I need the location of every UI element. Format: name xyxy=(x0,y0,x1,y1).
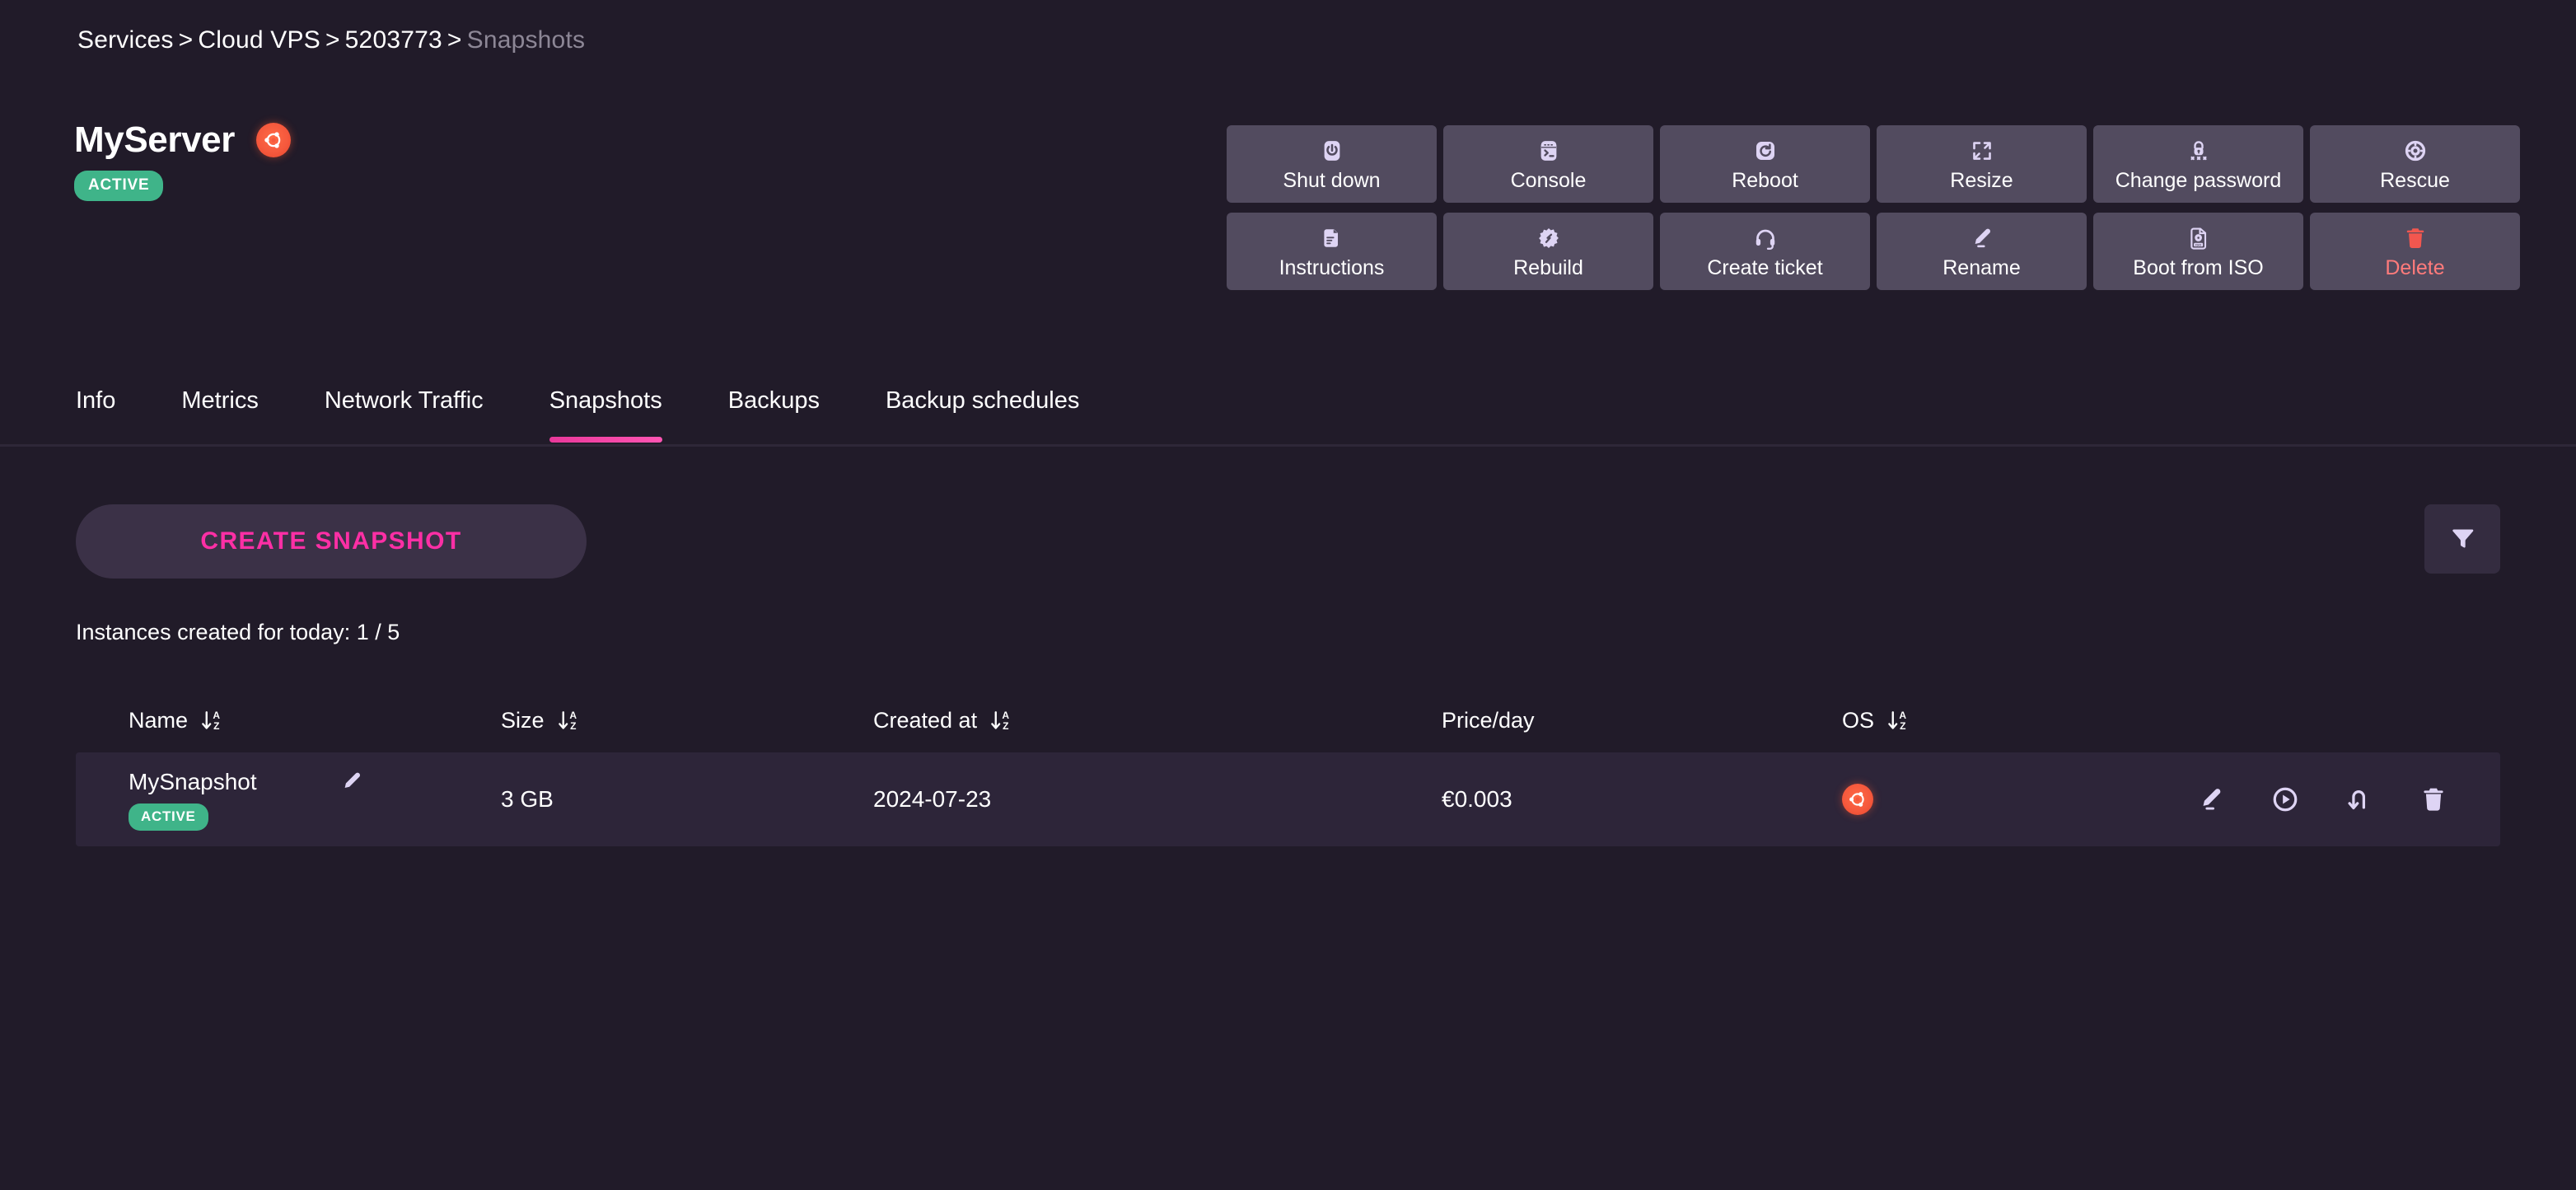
breadcrumb-item-services[interactable]: Services xyxy=(77,26,174,54)
breadcrumb-separator: > xyxy=(446,26,462,54)
instructions-button[interactable]: Instructions xyxy=(1227,213,1437,290)
svg-text:Z: Z xyxy=(570,720,576,732)
action-button-label: Delete xyxy=(2385,256,2445,279)
resize-button[interactable]: Resize xyxy=(1877,125,2087,203)
trash-icon xyxy=(2403,224,2428,252)
snapshot-status-badge: ACTIVE xyxy=(129,803,208,831)
sort-az-icon[interactable]: AZ xyxy=(556,708,581,733)
action-button-label: Change password xyxy=(2115,169,2282,192)
lock-password-icon xyxy=(2186,137,2211,165)
sort-az-icon[interactable]: AZ xyxy=(989,708,1013,733)
console-button[interactable]: Console xyxy=(1443,125,1653,203)
sort-az-icon[interactable]: AZ xyxy=(199,708,224,733)
ubuntu-icon xyxy=(255,123,291,157)
lifebuoy-icon xyxy=(2403,137,2428,165)
snapshot-os-cell xyxy=(1842,784,2196,815)
instances-created-note: Instances created for today: 1 / 5 xyxy=(76,620,400,644)
svg-text:Z: Z xyxy=(1900,720,1905,732)
action-button-label: Boot from ISO xyxy=(2133,256,2264,279)
status-badge: ACTIVE xyxy=(74,171,164,201)
action-button-label: Resize xyxy=(1950,169,2013,192)
server-header: MyServer ACTIVE xyxy=(74,119,291,201)
delete-snapshot-icon[interactable] xyxy=(2419,785,2447,813)
action-button-label: Rescue xyxy=(2380,169,2450,192)
headset-icon xyxy=(1753,224,1778,252)
tab-backups[interactable]: Backups xyxy=(728,381,820,443)
column-header-label: OS xyxy=(1842,707,1875,733)
filter-icon xyxy=(2448,524,2476,555)
svg-text:ISO: ISO xyxy=(2195,242,2201,246)
shut-down-button[interactable]: Shut down xyxy=(1227,125,1437,203)
boot-from-iso-button[interactable]: ISO Boot from ISO xyxy=(2093,213,2303,290)
change-password-button[interactable]: Change password xyxy=(2093,125,2303,203)
tab-snapshots[interactable]: Snapshots xyxy=(549,381,662,443)
breadcrumb-item-snapshots: Snapshots xyxy=(466,26,586,54)
pencil-icon xyxy=(1970,224,1994,252)
create-ticket-button[interactable]: Create ticket xyxy=(1660,213,1870,290)
svg-text:Z: Z xyxy=(1003,720,1008,732)
power-icon xyxy=(1320,137,1344,165)
snapshots-page: Services > Cloud VPS >5203773 > Snapshots MyS… xyxy=(0,0,2576,1190)
column-header-created-at[interactable]: Created at A Z xyxy=(873,708,1442,733)
page-title: MyServer xyxy=(74,119,235,160)
tab-bar: Info Metrics Network Traffic Snapshots Backu… xyxy=(0,381,2576,447)
action-button-label: Create ticket xyxy=(1707,256,1823,279)
filter-button[interactable] xyxy=(2424,504,2500,574)
server-title-row: MyServer xyxy=(74,119,291,161)
column-header-label: Size xyxy=(501,707,545,733)
rename-button[interactable]: Rename xyxy=(1877,213,2087,290)
snapshot-size: 3 GB xyxy=(501,786,554,812)
restore-snapshot-icon[interactable] xyxy=(2345,785,2373,813)
action-button-label: Instructions xyxy=(1279,256,1385,279)
breadcrumb-item-5203773[interactable]: 5203773 xyxy=(345,26,442,54)
terminal-icon xyxy=(1536,137,1561,165)
svg-text:Z: Z xyxy=(213,720,219,732)
rebuild-icon xyxy=(1536,224,1561,252)
snapshot-name: MySnapshot xyxy=(129,768,257,794)
tab-backup-schedules[interactable]: Backup schedules xyxy=(886,381,1079,443)
rebuild-button[interactable]: Rebuild xyxy=(1443,213,1653,290)
column-header-label: Name xyxy=(129,707,189,733)
column-header-label: Created at xyxy=(873,707,978,733)
breadcrumb: Services > Cloud VPS >5203773 > Snapshots xyxy=(77,26,585,54)
column-header-label: Price/day xyxy=(1442,707,1535,733)
snapshot-created-at: 2024-07-23 xyxy=(873,786,992,812)
sort-az-icon[interactable]: AZ xyxy=(1886,708,1910,733)
breadcrumb-item-cloud-vps[interactable]: Cloud VPS xyxy=(198,26,320,54)
rescue-button[interactable]: Rescue xyxy=(2310,125,2520,203)
tab-info[interactable]: Info xyxy=(76,381,115,443)
action-button-label: Rename xyxy=(1943,256,2021,279)
iso-disc-icon: ISO xyxy=(2186,224,2211,252)
create-snapshot-button[interactable]: CREATE SNAPSHOT xyxy=(76,504,587,579)
row-action-group xyxy=(2196,785,2447,813)
restart-icon xyxy=(1753,137,1778,165)
snapshots-table: Name A Z Size A Z Created at A Z Price/day OS A Z My… xyxy=(76,696,2500,846)
snapshot-name-cell: MySnapshot ACTIVE xyxy=(129,754,501,846)
delete-button[interactable]: Delete xyxy=(2310,213,2520,290)
column-header-name[interactable]: Name A Z xyxy=(129,708,501,733)
tab-metrics[interactable]: Metrics xyxy=(181,381,258,443)
column-header-os[interactable]: OS A Z xyxy=(1842,708,2196,733)
snapshot-price-per-day: €0.003 xyxy=(1442,786,1512,812)
action-button-label: Reboot xyxy=(1732,169,1798,192)
table-row[interactable]: MySnapshot ACTIVE 3 GB 2024-07-23 €0.003 xyxy=(76,752,2500,846)
snapshot-name-line: MySnapshot xyxy=(129,769,501,795)
tab-network-traffic[interactable]: Network Traffic xyxy=(325,381,484,443)
action-button-label: Rebuild xyxy=(1513,256,1583,279)
reboot-button[interactable]: Reboot xyxy=(1660,125,1870,203)
server-action-grid: Shut down Console Reboot Resize Change passw… xyxy=(1227,125,2520,290)
table-header-row: Name A Z Size A Z Created at A Z Price/day OS A Z xyxy=(76,696,2500,744)
edit-name-pencil-icon[interactable] xyxy=(339,770,364,794)
run-snapshot-icon[interactable] xyxy=(2271,785,2299,813)
document-icon xyxy=(1320,224,1344,252)
column-header-price-day: Price/day xyxy=(1442,708,1842,733)
expand-icon xyxy=(1970,137,1994,165)
breadcrumb-separator: > xyxy=(178,26,194,54)
rename-snapshot-icon[interactable] xyxy=(2197,785,2225,813)
action-button-label: Console xyxy=(1510,169,1587,192)
action-button-label: Shut down xyxy=(1283,169,1381,192)
column-header-size[interactable]: Size A Z xyxy=(501,708,873,733)
breadcrumb-separator: > xyxy=(325,26,340,54)
ubuntu-icon xyxy=(1842,784,1873,815)
